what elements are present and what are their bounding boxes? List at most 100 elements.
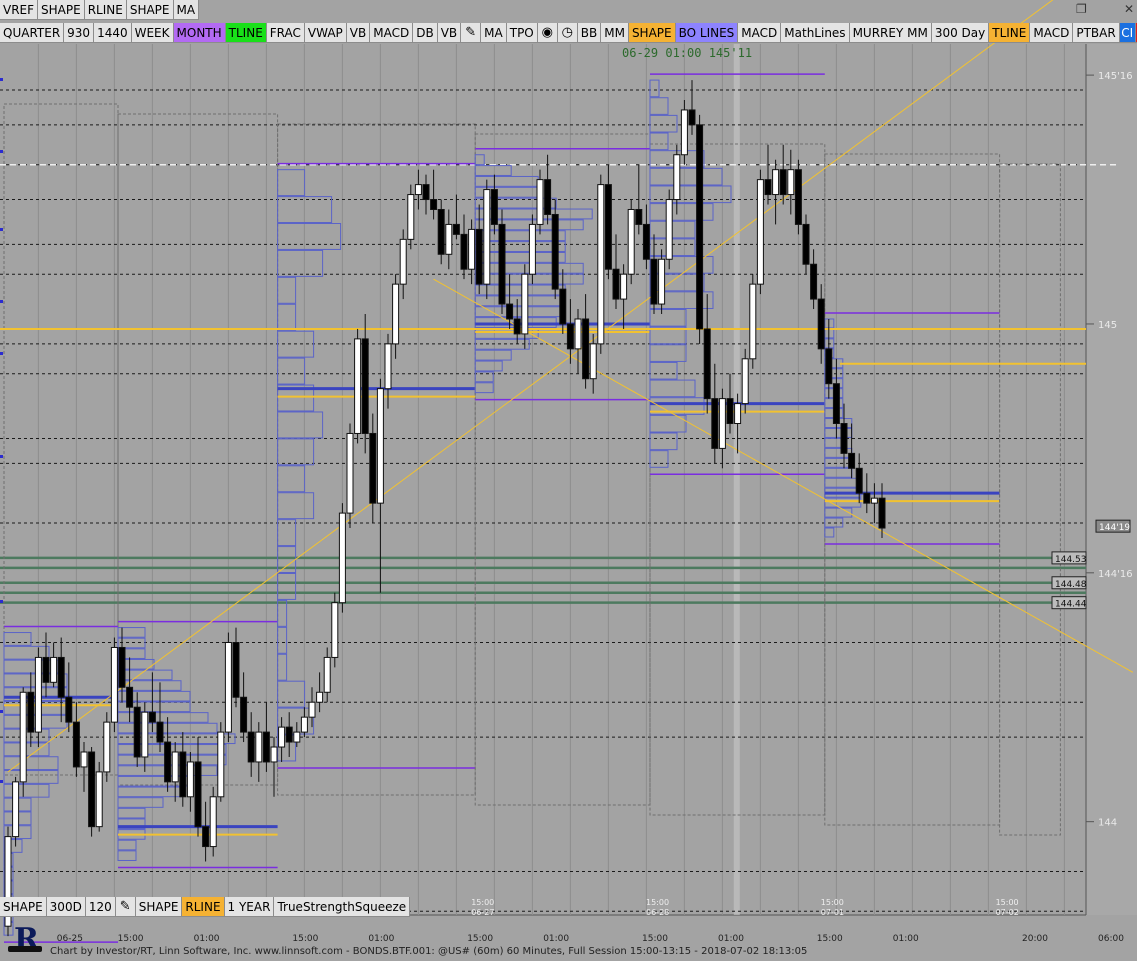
stopwatch-icon[interactable]: ◉ <box>537 23 558 43</box>
main-bb-button[interactable]: BB <box>577 23 602 43</box>
candle-body <box>141 711 149 758</box>
bottom-rline-button[interactable]: RLINE <box>182 897 225 917</box>
main-macd-button[interactable]: MACD <box>370 23 414 43</box>
pencil-icon[interactable]: ✎ <box>115 897 136 917</box>
candle-body <box>354 338 362 434</box>
pencil-icon[interactable]: ✎ <box>461 23 482 43</box>
main-tpo-button[interactable]: TPO <box>506 23 538 43</box>
session-time-label: 15:00 <box>646 898 669 907</box>
main-shape-button[interactable]: SHAPE <box>628 23 676 43</box>
main-murrey-mm-button[interactable]: MURREY MM <box>849 23 932 43</box>
candle-body <box>300 716 308 733</box>
candle-body <box>718 398 726 449</box>
top-vref-button[interactable]: VREF <box>0 0 39 20</box>
candle-body <box>262 731 270 763</box>
left-marker <box>0 228 3 231</box>
main-macd-button[interactable]: MACD <box>738 23 782 43</box>
main-mathlines-button[interactable]: MathLines <box>781 23 850 43</box>
main-tline-button[interactable]: TLINE <box>989 23 1031 43</box>
candle-body <box>794 169 802 225</box>
candle-body <box>544 179 552 215</box>
main-week-button[interactable]: WEEK <box>131 23 174 43</box>
candle-body <box>255 731 263 763</box>
main-vb-button[interactable]: VB <box>346 23 371 43</box>
candle-body <box>148 711 156 723</box>
candle-body <box>627 208 635 275</box>
candle-body <box>536 179 544 225</box>
candle-body <box>604 184 612 270</box>
candle-body <box>194 761 202 828</box>
bottom-truestrengthsqueeze-button[interactable]: TrueStrengthSqueeze <box>274 897 411 917</box>
main-frac-button[interactable]: FRAC <box>266 23 305 43</box>
session-date-label: 07-02 <box>996 908 1019 917</box>
candle-body <box>452 223 460 235</box>
candle-body <box>338 512 346 604</box>
crosshair-label: 06-29 01:00 145'11 <box>622 46 752 60</box>
bottom-shape-button[interactable]: SHAPE <box>135 897 183 917</box>
main-quarter-button[interactable]: QUARTER <box>0 23 65 43</box>
main-ptbar-button[interactable]: PTBAR <box>1073 23 1120 43</box>
time-tick-label: 01:00 <box>718 934 744 944</box>
top-shape-button[interactable]: SHAPE <box>126 0 174 20</box>
candle-body <box>247 731 255 763</box>
candle-body <box>126 686 134 708</box>
candle-body <box>369 432 377 504</box>
main-vwap-button[interactable]: VWAP <box>304 23 347 43</box>
time-tick-label: 06-25 <box>57 934 83 944</box>
candle-body <box>696 124 704 330</box>
main-bo-lines-button[interactable]: BO LINES <box>675 23 739 43</box>
clock-icon[interactable]: ◷ <box>557 23 578 43</box>
candle-body <box>293 731 301 743</box>
candle-body <box>42 656 50 683</box>
status-bar-text: Chart by Investor/RT, Linn Software, Inc… <box>50 946 808 957</box>
main-db-button[interactable]: DB <box>413 23 438 43</box>
candle-body <box>566 323 574 350</box>
session-date-label: 07-01 <box>821 908 844 917</box>
main-month-button[interactable]: MONTH <box>173 23 226 43</box>
candle-body <box>110 646 118 723</box>
restore-window-icon[interactable]: ❐ <box>1076 2 1087 16</box>
candle-body <box>741 358 749 405</box>
candle-body <box>802 223 810 265</box>
top-shape-button[interactable]: SHAPE <box>38 0 85 20</box>
candle-body <box>688 109 696 126</box>
candle-body <box>209 796 217 848</box>
candle-body <box>551 213 559 290</box>
top-ma-button[interactable]: MA <box>173 0 200 20</box>
price-tag-label: 144'19 <box>1099 523 1130 533</box>
time-tick-label: 15:00 <box>118 934 144 944</box>
candle-body <box>95 771 103 828</box>
bottom-120-button[interactable]: 120 <box>85 897 116 917</box>
top-rline-button[interactable]: RLINE <box>84 0 127 20</box>
candle-body <box>475 228 483 285</box>
bottom-shape-button[interactable]: SHAPE <box>0 897 47 917</box>
main-mm-button[interactable]: MM <box>601 23 629 43</box>
main-930-button[interactable]: 930 <box>64 23 95 43</box>
candle-body <box>164 741 172 783</box>
main-ma-button[interactable]: MA <box>481 23 507 43</box>
time-tick-label: 01:00 <box>543 934 569 944</box>
bottom-1-year-button[interactable]: 1 YEAR <box>224 897 275 917</box>
main-vb-button[interactable]: VB <box>437 23 462 43</box>
price-chart[interactable]: 145'16 145 144'16 144 144'19 144.53 144.48 144.… <box>0 0 1137 961</box>
main-ci-button[interactable]: CI <box>1119 23 1136 43</box>
investor-rt-logo: R <box>6 922 44 960</box>
main-1440-button[interactable]: 1440 <box>94 23 132 43</box>
candle-body <box>734 403 742 425</box>
time-tick-label: 06:00 <box>1098 934 1124 944</box>
main-300-day-button[interactable]: 300 Day <box>931 23 990 43</box>
main-macd-button[interactable]: MACD <box>1030 23 1074 43</box>
bottom-toolbar: SHAPE 300D 120 ✎ SHAPE RLINE 1 YEAR TrueStrengt… <box>0 897 411 917</box>
main-tline-button[interactable]: TLINE <box>225 23 267 43</box>
bottom-300d-button[interactable]: 300D <box>46 897 86 917</box>
price-tick-label: 144'16 <box>1098 569 1133 580</box>
candle-body <box>50 656 58 683</box>
close-icon[interactable]: ✕ <box>1124 2 1134 16</box>
session-time-label: 15:00 <box>996 898 1019 907</box>
candle-body <box>726 398 734 425</box>
candle-body <box>521 273 529 335</box>
top-toolbar: VREF SHAPE RLINE SHAPE MA <box>0 0 200 20</box>
candle-body <box>832 383 840 425</box>
candle-body <box>787 169 795 196</box>
candle-body <box>528 223 536 275</box>
